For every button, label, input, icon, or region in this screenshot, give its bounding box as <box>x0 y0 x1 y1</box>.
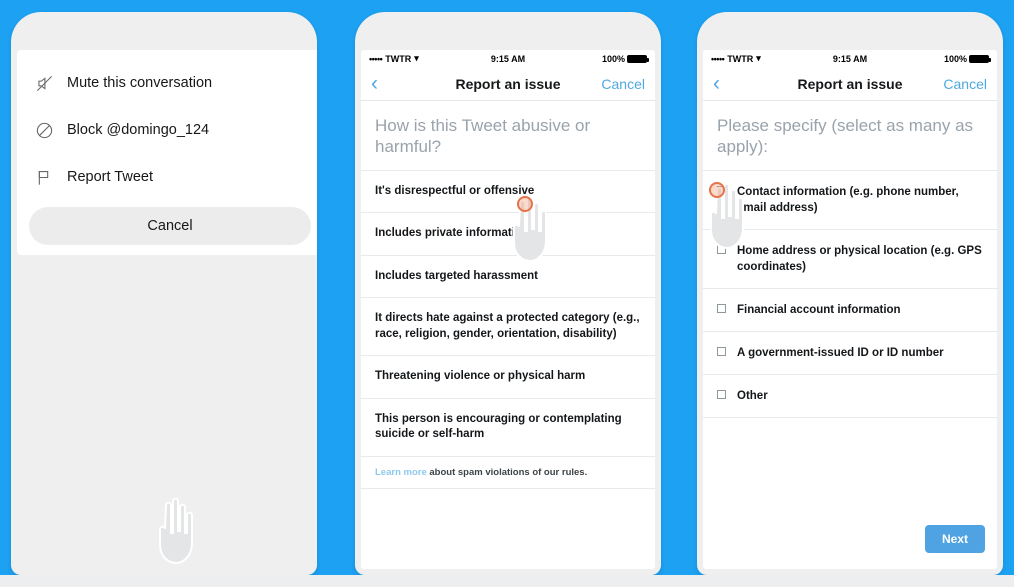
checkbox-row-government-id[interactable]: A government-issued ID or ID number <box>703 332 997 376</box>
checkbox-icon[interactable] <box>717 303 726 313</box>
cancel-button[interactable]: Cancel <box>943 76 987 92</box>
report-option-suicide-self-harm[interactable]: This person is encouraging or contemplat… <box>361 399 655 457</box>
chevron-left-icon[interactable]: ‹ <box>713 73 743 94</box>
checkbox-icon[interactable] <box>717 390 726 400</box>
checkbox-icon[interactable] <box>717 346 726 356</box>
status-bar-time: 9:15 AM <box>832 53 868 64</box>
sheet-item-label: Block @domingo_124 <box>67 122 210 139</box>
mute-icon <box>35 74 61 93</box>
status-bar-left: ••••• TWTR ▾ <box>369 53 491 64</box>
checkbox-row-contact-information[interactable]: Contact information (e.g. phone number, … <box>703 171 997 230</box>
phone-mockup-2: ••••• TWTR ▾ 9:15 AM 100% ‹ Report an is… <box>355 12 661 575</box>
chevron-left-icon[interactable]: ‹ <box>371 73 401 94</box>
status-bar-left: ••••• TWTR ▾ <box>711 53 833 64</box>
wifi-icon: ▾ <box>756 53 761 63</box>
phone2-nav-bar: ‹ Report an issue Cancel <box>361 67 655 101</box>
status-bar-right: 100% <box>525 53 649 64</box>
phone-mockup-3: ••••• TWTR ▾ 9:15 AM 100% ‹ Report an is… <box>697 12 1003 575</box>
sheet-item-report-tweet[interactable]: Report Tweet <box>17 154 317 201</box>
action-sheet: Unfollow @domingo_124 Mute @domingo_124 <box>17 50 317 255</box>
checkbox-icon[interactable] <box>717 185 726 195</box>
status-bar-right: 100% <box>867 53 991 64</box>
sheet-item-label: Report Tweet <box>67 169 153 186</box>
cancel-button[interactable]: Cancel <box>29 206 311 245</box>
phone1-screen: ••••• TWTR ▾ 9:15 AM 100% ‹ Tweet Holli <box>17 50 317 255</box>
status-bar-time: 9:15 AM <box>490 53 526 64</box>
checkbox-row-financial-account[interactable]: Financial account information <box>703 289 997 332</box>
checkbox-row-home-address[interactable]: Home address or physical location (e.g. … <box>703 230 997 289</box>
signal-dots-icon: ••••• <box>711 53 725 64</box>
phone2-screen: ••••• TWTR ▾ 9:15 AM 100% ‹ Report an is… <box>361 50 655 569</box>
battery-icon <box>627 54 649 63</box>
footnote: Learn more about spam violations of our … <box>361 457 655 489</box>
flag-icon <box>35 168 61 187</box>
battery-icon <box>969 54 991 63</box>
carrier-label: TWTR <box>385 53 412 64</box>
report-option-disrespectful[interactable]: It's disrespectful or offensive <box>361 171 655 214</box>
report-prompt: How is this Tweet abusive or harmful? <box>361 101 655 171</box>
report-option-private-information[interactable]: Includes private information <box>361 213 655 256</box>
phone3-screen: ••••• TWTR ▾ 9:15 AM 100% ‹ Report an is… <box>703 50 997 569</box>
checkbox-label: Financial account information <box>737 303 901 316</box>
checkbox-icon[interactable] <box>717 244 726 254</box>
block-icon <box>35 121 61 140</box>
cancel-button[interactable]: Cancel <box>601 76 645 92</box>
specify-prompt: Please specify (select as many as apply)… <box>703 101 997 171</box>
phone-mockup-1: ••••• TWTR ▾ 9:15 AM 100% ‹ Tweet Holli <box>11 12 317 575</box>
phone3-nav-bar: ‹ Report an issue Cancel <box>703 67 997 101</box>
footnote-rest: about spam violations of our rules. <box>426 466 588 478</box>
wifi-icon: ▾ <box>414 53 419 63</box>
next-button-wrap: Next <box>924 525 985 553</box>
sheet-item-mute-user[interactable]: Mute @domingo_124 <box>17 50 317 60</box>
report-option-hate-protected-category[interactable]: It directs hate against a protected cate… <box>361 298 655 357</box>
checkbox-label: Other <box>737 390 768 403</box>
checkbox-label: A government-issued ID or ID number <box>737 346 944 359</box>
screenshot-stage: ••••• TWTR ▾ 9:15 AM 100% ‹ Tweet Holli <box>0 0 1014 587</box>
learn-more-link[interactable]: Learn more <box>375 467 427 478</box>
carrier-label: TWTR <box>727 53 754 64</box>
signal-dots-icon: ••••• <box>369 53 383 64</box>
report-option-threatening-violence[interactable]: Threatening violence or physical harm <box>361 356 655 399</box>
checkbox-row-other[interactable]: Other <box>703 375 997 419</box>
checkbox-label: Contact information (e.g. phone number, … <box>737 185 959 214</box>
status-bar: ••••• TWTR ▾ 9:15 AM 100% <box>703 50 997 67</box>
sheet-item-block[interactable]: Block @domingo_124 <box>17 107 317 154</box>
sheet-item-mute-conversation[interactable]: Mute this conversation <box>17 60 317 107</box>
bottom-strip <box>0 575 1014 587</box>
next-button[interactable]: Next <box>924 525 985 553</box>
battery-percent-label: 100% <box>943 53 967 64</box>
status-bar: ••••• TWTR ▾ 9:15 AM 100% <box>361 50 655 67</box>
checkbox-label: Home address or physical location (e.g. … <box>737 244 982 273</box>
battery-percent-label: 100% <box>601 53 625 64</box>
sheet-item-label: Mute this conversation <box>67 75 213 92</box>
report-option-targeted-harassment[interactable]: Includes targeted harassment <box>361 256 655 299</box>
